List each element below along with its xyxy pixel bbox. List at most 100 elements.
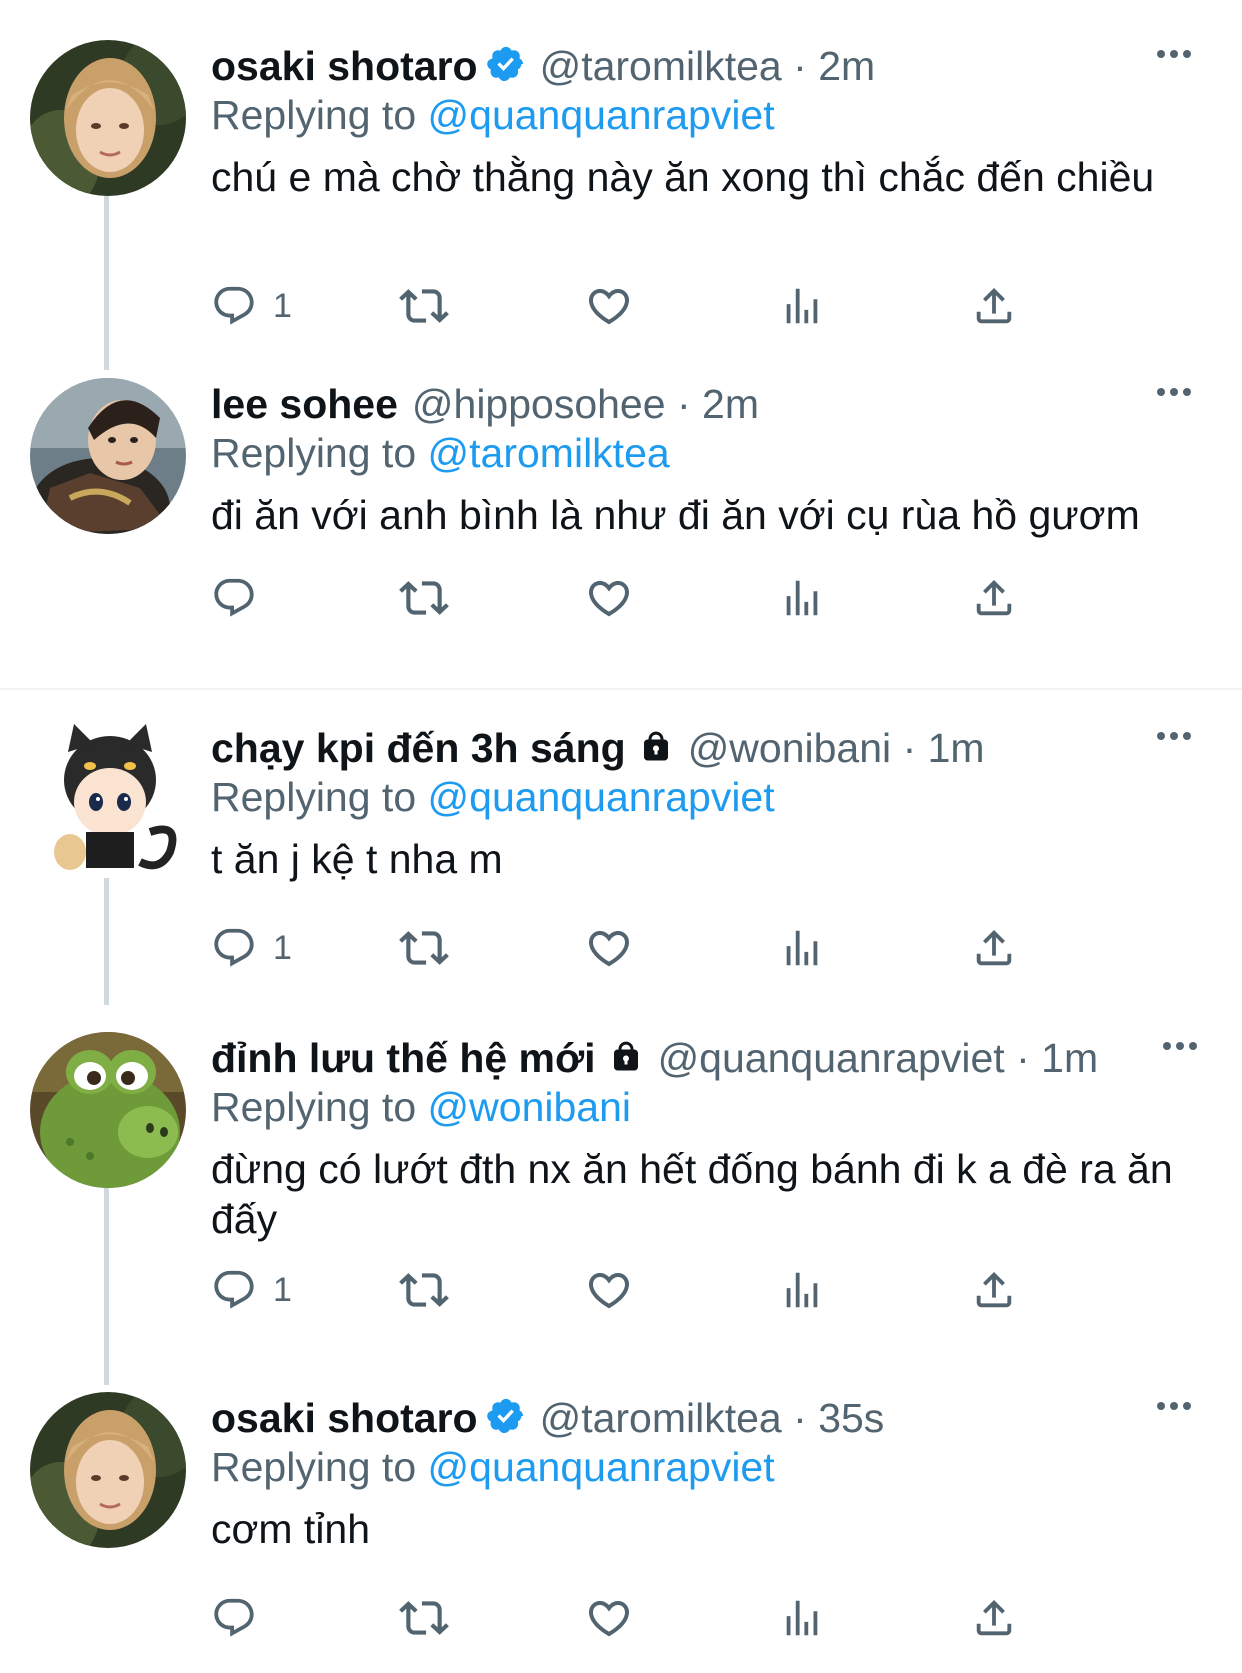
views-button[interactable] [779, 276, 825, 336]
timestamp[interactable]: 2m [818, 43, 875, 89]
tweet-header: osaki shotaro @taromilktea · 2m [211, 40, 1222, 92]
mention-link[interactable]: @quanquanrapviet [428, 774, 775, 820]
tweet[interactable]: osaki shotaro @taromilktea · 2m Replying … [0, 40, 1242, 370]
views-button[interactable] [779, 1588, 825, 1648]
display-name[interactable]: chạy kpi đến 3h sáng [211, 725, 626, 771]
handle[interactable]: @wonibani [688, 725, 891, 771]
retweet-icon [399, 1601, 449, 1635]
retweet-button[interactable] [399, 1588, 449, 1648]
tweet[interactable]: chạy kpi đến 3h sáng @wonibani · 1m Reply… [0, 722, 1242, 1002]
share-icon [976, 929, 1012, 966]
views-button[interactable] [779, 568, 825, 628]
verified-badge-icon [486, 1396, 526, 1448]
share-icon [976, 579, 1012, 616]
reply-icon [214, 928, 254, 967]
like-button[interactable] [585, 918, 633, 978]
share-button[interactable] [971, 1260, 1017, 1320]
tweet[interactable]: đỉnh lưu thế hệ mới @quanquanrapviet · 1m… [0, 1032, 1242, 1362]
views-icon [786, 1600, 818, 1636]
more-icon[interactable] [1154, 382, 1194, 402]
share-button[interactable] [971, 276, 1017, 336]
avatar[interactable] [30, 40, 186, 196]
replying-label: Replying to [211, 1444, 417, 1490]
timestamp[interactable]: 35s [818, 1395, 884, 1441]
tweet-header: chạy kpi đến 3h sáng @wonibani · 1m [211, 722, 1222, 774]
tweet[interactable]: lee sohee @hipposohee · 2m Replying to @t… [0, 378, 1242, 668]
reply-icon [214, 1270, 254, 1309]
tweet-text: chú e mà chờ thằng này ăn xong thì chắc … [211, 154, 1155, 200]
mention-link[interactable]: @taromilktea [428, 430, 670, 476]
retweet-icon [399, 1273, 449, 1307]
timestamp[interactable]: 1m [928, 725, 985, 771]
avatar[interactable] [30, 378, 186, 534]
replying-to: Replying to @wonibani [211, 1082, 1222, 1132]
tweet-header: lee sohee @hipposohee · 2m [211, 378, 1222, 430]
reply-button[interactable]: 1 [211, 1260, 292, 1320]
avatar[interactable] [30, 722, 186, 878]
reply-button[interactable] [211, 1588, 273, 1648]
tweet-text: đừng có lướt đth nx ăn hết đống bánh đi … [211, 1146, 1173, 1242]
views-icon [786, 930, 818, 966]
avatar[interactable] [30, 1392, 186, 1548]
retweet-icon [399, 931, 449, 965]
separator: · [793, 1395, 807, 1441]
handle[interactable]: @taromilktea [540, 1395, 782, 1441]
reply-button[interactable]: 1 [211, 276, 292, 336]
views-icon [786, 580, 818, 616]
retweet-icon [399, 289, 449, 323]
more-icon[interactable] [1154, 1396, 1194, 1416]
handle[interactable]: @taromilktea [540, 43, 782, 89]
avatar[interactable] [30, 1032, 186, 1188]
retweet-button[interactable] [399, 1260, 449, 1320]
more-icon[interactable] [1154, 44, 1194, 64]
tweet-actions [211, 1588, 1091, 1648]
views-button[interactable] [779, 1260, 825, 1320]
reply-button[interactable]: 1 [211, 918, 292, 978]
retweet-button[interactable] [399, 568, 449, 628]
tweet-text: t ăn j kệ t nha m [211, 836, 503, 882]
mention-link[interactable]: @wonibani [428, 1084, 631, 1130]
reply-icon [214, 286, 254, 325]
tweet[interactable]: osaki shotaro @taromilktea · 35s Replying… [0, 1392, 1242, 1673]
reply-count: 1 [273, 928, 292, 967]
display-name[interactable]: osaki shotaro [211, 1395, 478, 1441]
views-button[interactable] [779, 918, 825, 978]
display-name[interactable]: đỉnh lưu thế hệ mới [211, 1035, 596, 1081]
retweet-icon [399, 581, 449, 615]
tweet-header: osaki shotaro @taromilktea · 35s [211, 1392, 1222, 1444]
mention-link[interactable]: @quanquanrapviet [428, 92, 775, 138]
conversation-divider [0, 688, 1242, 690]
timestamp[interactable]: 1m [1041, 1035, 1098, 1081]
reply-count: 1 [273, 286, 292, 325]
like-button[interactable] [585, 1260, 633, 1320]
share-button[interactable] [971, 568, 1017, 628]
separator: · [676, 381, 691, 427]
replying-to: Replying to @quanquanrapviet [211, 1442, 1222, 1492]
share-icon [976, 287, 1012, 324]
separator: · [902, 725, 917, 771]
like-button[interactable] [585, 1588, 633, 1648]
tweet-actions: 1 [211, 918, 1091, 978]
replying-label: Replying to [211, 430, 417, 476]
handle[interactable]: @quanquanrapviet [658, 1035, 1005, 1081]
reply-button[interactable] [211, 568, 273, 628]
share-icon [976, 1271, 1012, 1308]
replying-label: Replying to [211, 774, 417, 820]
retweet-button[interactable] [399, 276, 449, 336]
display-name[interactable]: osaki shotaro [211, 43, 478, 89]
reply-icon [214, 578, 254, 617]
timestamp[interactable]: 2m [702, 381, 759, 427]
verified-badge-icon [486, 44, 526, 96]
reply-icon [214, 1598, 254, 1637]
share-button[interactable] [971, 1588, 1017, 1648]
display-name[interactable]: lee sohee [211, 381, 398, 427]
like-button[interactable] [585, 568, 633, 628]
share-button[interactable] [971, 918, 1017, 978]
handle[interactable]: @hipposohee [412, 381, 666, 427]
more-icon[interactable] [1154, 726, 1194, 746]
like-button[interactable] [585, 276, 633, 336]
retweet-button[interactable] [399, 918, 449, 978]
separator: · [1016, 1035, 1030, 1081]
more-icon[interactable] [1160, 1036, 1200, 1056]
mention-link[interactable]: @quanquanrapviet [428, 1444, 775, 1490]
